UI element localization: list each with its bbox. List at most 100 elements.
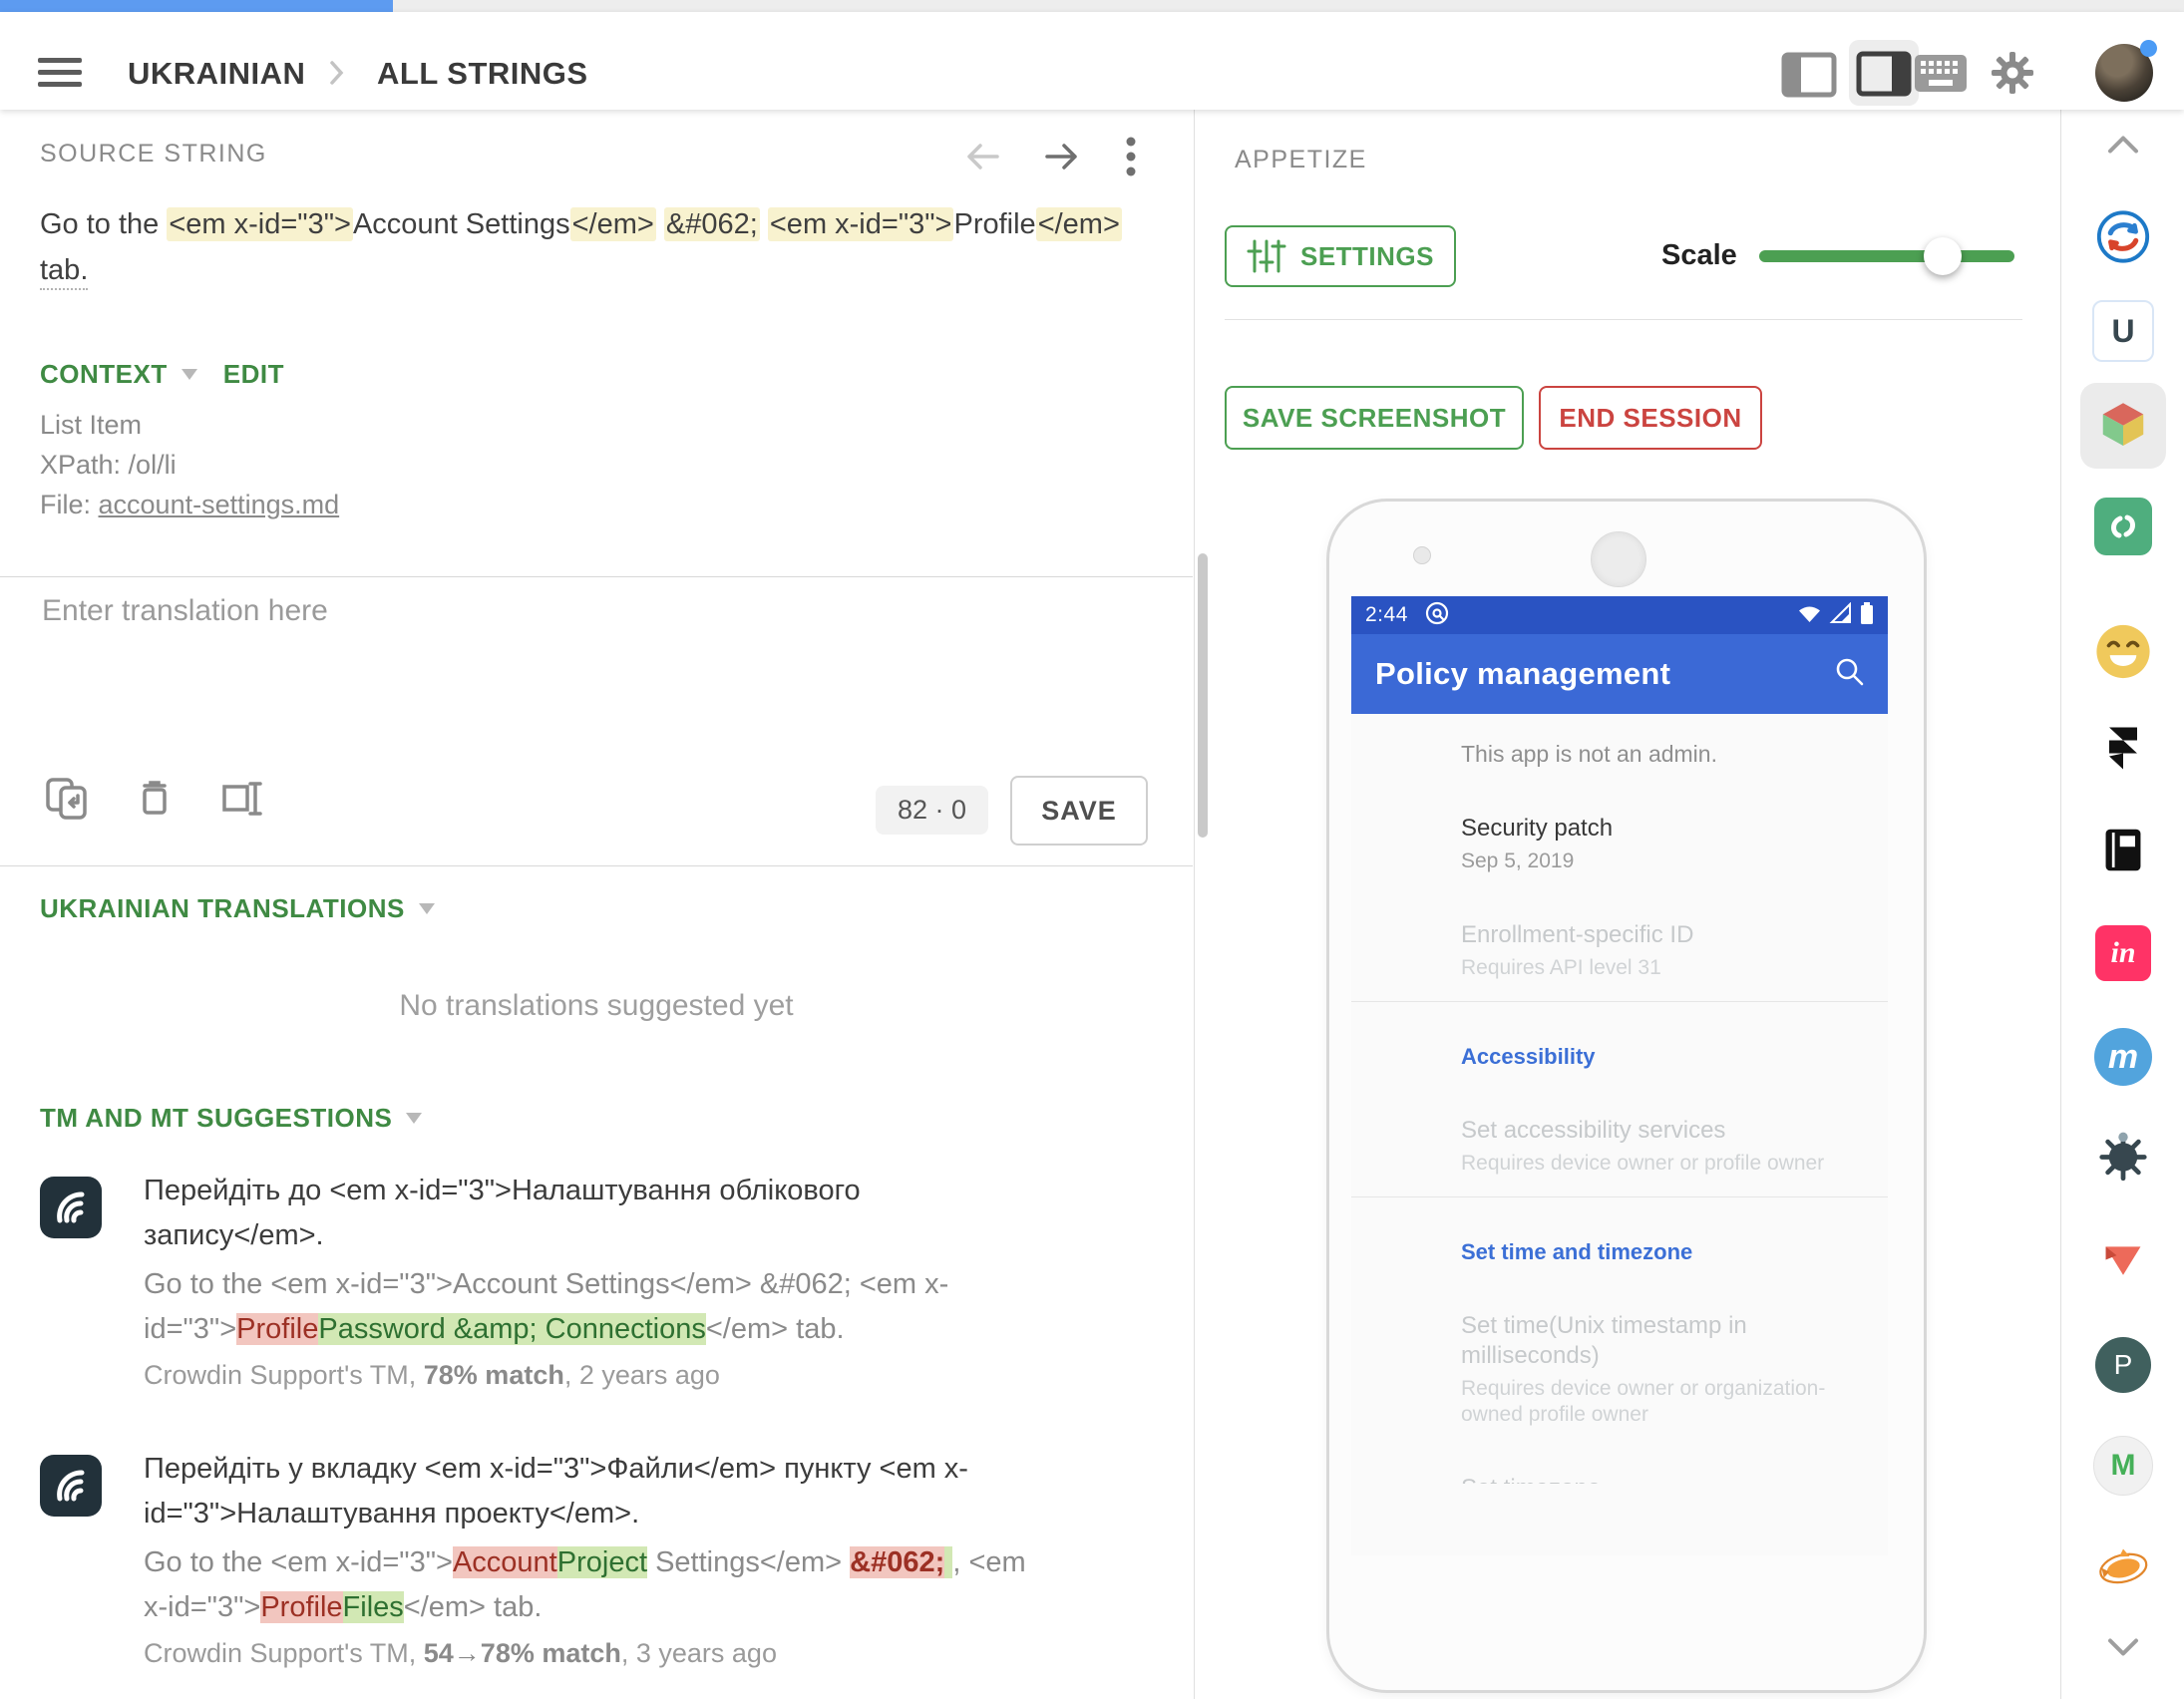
- phone-screen[interactable]: 2:44 Policy management This app is not a…: [1351, 596, 1888, 1555]
- panel-layout-right-icon[interactable]: [1856, 51, 1912, 102]
- phone-item-subtitle: Requires device owner or organization-ow…: [1461, 1376, 1848, 1428]
- u-letter-icon[interactable]: U: [2092, 300, 2154, 362]
- context-edit-button[interactable]: EDIT: [223, 359, 284, 390]
- source-string-text: Go to the <em x-id="3">Account Settings<…: [40, 201, 1153, 293]
- marvel-icon[interactable]: m: [2094, 1028, 2152, 1086]
- context-file-link[interactable]: account-settings.md: [99, 490, 340, 519]
- phone-list-divider: [1351, 1196, 1888, 1197]
- phone-list-item[interactable]: Set accessibility services Requires devic…: [1461, 1116, 1848, 1177]
- select-text-icon[interactable]: [219, 776, 265, 827]
- appetize-title: APPETIZE: [1235, 146, 1367, 174]
- translation-input[interactable]: [40, 592, 1141, 756]
- tm-suggestion[interactable]: Перейдіть до <em x-id="3">Налаштування о…: [40, 1169, 1137, 1391]
- tm-meta-text: Crowdin Support's TM, 54→78% match, 3 ye…: [144, 1638, 1137, 1669]
- sliders-icon: [1247, 236, 1286, 276]
- phone-speaker: [1591, 531, 1646, 587]
- android-version-icon: [1424, 600, 1450, 631]
- smiley-icon[interactable]: [2094, 623, 2152, 686]
- tm-caret-icon: [406, 1113, 422, 1124]
- appetize-panel: APPETIZE SETTINGS Scale SAVE SCREENSHOT …: [1194, 110, 2061, 1699]
- tm-source-text: Go to the <em x-id="3">AccountProject Se…: [144, 1540, 1137, 1630]
- sidebar-scroll-up-icon[interactable]: [2100, 130, 2146, 165]
- tm-suggestion[interactable]: Перейдіть у вкладку <em x-id="3">Файли</…: [40, 1447, 1137, 1669]
- scale-label: Scale: [1661, 239, 1737, 272]
- phone-camera: [1413, 546, 1431, 564]
- tm-meta-text: Crowdin Support's TM, 78% match, 2 years…: [144, 1360, 1137, 1391]
- phone-item-title: Set accessibility services: [1461, 1116, 1848, 1146]
- appetize-settings-button[interactable]: SETTINGS: [1225, 225, 1456, 287]
- breadcrumb-section[interactable]: ALL STRINGS: [377, 56, 588, 92]
- proto-icon[interactable]: P: [2095, 1337, 2151, 1393]
- save-screenshot-button[interactable]: SAVE SCREENSHOT: [1225, 386, 1524, 450]
- tm-target-text: Перейдіть у вкладку <em x-id="3">Файли</…: [144, 1447, 1137, 1536]
- zeplin-icon[interactable]: [2094, 1538, 2152, 1595]
- sync-translate-icon[interactable]: [2095, 209, 2151, 270]
- status-time: 2:44: [1365, 603, 1408, 627]
- divider: [0, 576, 1193, 577]
- context-line-2: XPath: /ol/li: [40, 445, 339, 485]
- phone-section-header: Accessibility: [1461, 1044, 1848, 1070]
- translations-section-toggle[interactable]: UKRAINIAN TRANSLATIONS: [40, 893, 435, 924]
- no-translations-message: No translations suggested yet: [0, 989, 1193, 1023]
- phone-list-item[interactable]: Security patchSep 5, 2019: [1461, 814, 1848, 874]
- copy-source-icon[interactable]: [44, 776, 90, 827]
- phone-section-header: Set time and timezone: [1461, 1239, 1848, 1265]
- keyboard-shortcuts-icon[interactable]: [1915, 55, 1967, 97]
- panel-layout-left-icon[interactable]: [1781, 52, 1837, 103]
- framer-icon[interactable]: [2101, 726, 2145, 779]
- mine-icon[interactable]: [2097, 1132, 2149, 1189]
- phone-item-subtitle: Requires device owner or profile owner: [1461, 1151, 1848, 1177]
- medium-icon[interactable]: M: [2093, 1436, 2153, 1496]
- phone-appbar: Policy management: [1351, 634, 1888, 714]
- book-icon[interactable]: [2099, 827, 2147, 879]
- search-icon[interactable]: [1834, 656, 1866, 693]
- online-status-badge: [2140, 40, 2157, 57]
- phone-item-title: Set timezone: [1461, 1474, 1848, 1484]
- phone-list-item[interactable]: Set timezone: [1461, 1474, 1848, 1484]
- phone-note: This app is not an admin.: [1461, 741, 1848, 768]
- cube-emulator-icon[interactable]: [2096, 397, 2150, 456]
- top-progress-bar: [0, 0, 2184, 12]
- crowdin-editor: UKRAINIAN ALL STRINGS SOURCE STRING: [0, 0, 2184, 1699]
- fold-icon[interactable]: [2099, 1238, 2147, 1287]
- scale-slider-thumb[interactable]: [1924, 237, 1962, 275]
- next-string-icon[interactable]: [1041, 134, 1087, 184]
- signal-icon: [1829, 602, 1853, 629]
- save-button[interactable]: SAVE: [1010, 776, 1148, 846]
- tm-section-toggle[interactable]: TM AND MT SUGGESTIONS: [40, 1103, 422, 1134]
- battery-icon: [1860, 601, 1874, 630]
- context-toggle[interactable]: CONTEXT: [40, 359, 197, 390]
- sidebar-scroll-down-icon[interactable]: [2100, 1633, 2146, 1668]
- scale-slider[interactable]: [1759, 250, 2014, 262]
- delete-translation-icon[interactable]: [132, 776, 178, 827]
- source-string-label: SOURCE STRING: [40, 140, 267, 169]
- breadcrumb-language[interactable]: UKRAINIAN: [128, 56, 305, 92]
- crowdin-tm-icon: [40, 1177, 102, 1238]
- phone-list-item[interactable]: Set time(Unix timestamp in milliseconds)…: [1461, 1311, 1848, 1428]
- context-info: List Item XPath: /ol/li File: account-se…: [40, 405, 339, 524]
- device-emulator: 2:44 Policy management This app is not a…: [1329, 502, 1924, 1690]
- integrations-sidebar: U in m P M: [2060, 110, 2184, 1699]
- divider: [1225, 319, 2022, 320]
- scrollbar[interactable]: [1198, 553, 1208, 838]
- gear-icon[interactable]: [1990, 50, 2035, 101]
- phone-app-title: Policy management: [1375, 656, 1670, 692]
- top-progress-fill: [0, 0, 393, 12]
- translation-panel: SOURCE STRING Go to the <em x-id="3">Acc…: [0, 110, 1193, 1699]
- divider: [0, 865, 1193, 866]
- menu-icon[interactable]: [38, 58, 82, 88]
- phone-settings-list: This app is not an admin. Security patchS…: [1351, 714, 1888, 1484]
- phone-item-subtitle: Sep 5, 2019: [1461, 849, 1848, 874]
- phone-statusbar: 2:44: [1351, 596, 1888, 634]
- more-options-icon[interactable]: [1125, 134, 1137, 184]
- invision-icon[interactable]: in: [2095, 925, 2151, 981]
- end-session-button[interactable]: END SESSION: [1539, 386, 1762, 450]
- crowdin-tm-icon: [40, 1455, 102, 1517]
- previous-string-icon[interactable]: [957, 134, 1003, 184]
- context-line-1: List Item: [40, 405, 339, 445]
- phone-list-item[interactable]: Enrollment-specific IDRequires API level…: [1461, 920, 1848, 981]
- tm-target-text: Перейдіть до <em x-id="3">Налаштування о…: [144, 1169, 1137, 1258]
- link-icon[interactable]: [2094, 498, 2152, 555]
- phone-item-title: Enrollment-specific ID: [1461, 920, 1848, 950]
- breadcrumb-chevron-icon: [329, 60, 345, 91]
